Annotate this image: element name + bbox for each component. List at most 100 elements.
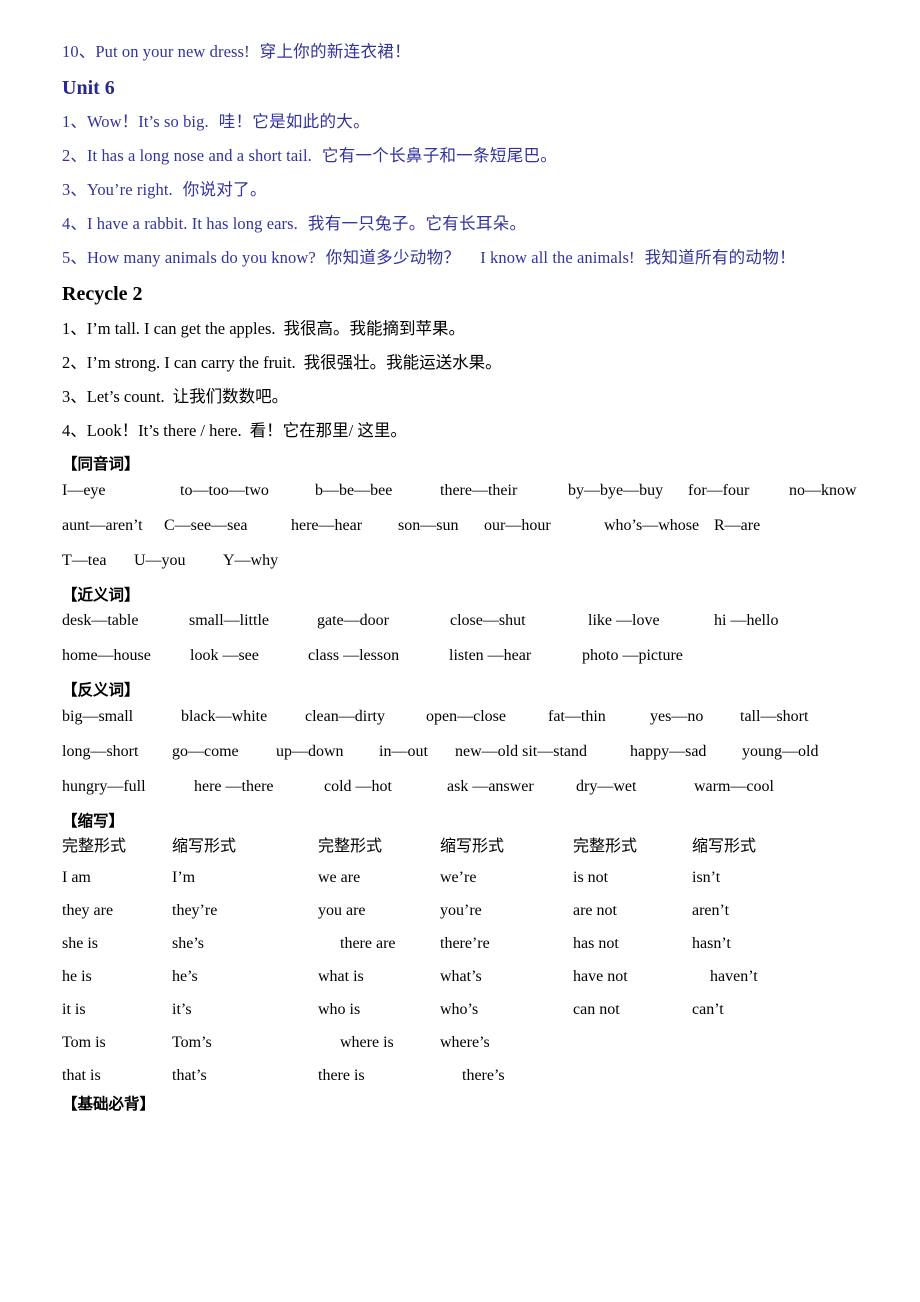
word-pair: happy—sad (630, 742, 707, 760)
line-english: Wow！It’s so big. (86, 112, 209, 131)
word-pair: hungry—full (62, 777, 146, 795)
full-form-cell: can not (573, 1001, 620, 1018)
full-form-cell: what is (318, 968, 364, 985)
short-form-cell: they’re (172, 902, 218, 919)
short-form-cell (692, 1035, 852, 1068)
recycle2-sentence-4: 4、Look！It’s there / here. 看！它在那里/ 这里。 (62, 421, 872, 440)
table-header-row: 完整形式 缩写形式 完整形式 缩写形式 完整形式 缩写形式 (62, 839, 852, 870)
short-form-cell: it’s (172, 1001, 192, 1018)
word-pair: warm—cool (694, 777, 774, 795)
short-form-cell: aren’t (692, 902, 730, 919)
word-pair: here —there (194, 777, 274, 795)
line-english: It has a long nose and a short tail. (86, 146, 312, 165)
line-english: I’m strong. I can carry the fruit. (86, 353, 296, 372)
short-form-cell: hasn’t (692, 935, 731, 952)
word-pair: go—come (172, 742, 239, 760)
contractions-table: 完整形式 缩写形式 完整形式 缩写形式 完整形式 缩写形式 I am I’m w… (62, 839, 852, 1101)
homophones-row-1: I—eye to—too—two b—be—bee there—their by—bye… (62, 481, 872, 499)
word-pair: young—old (742, 742, 819, 760)
line-number: 10、 (62, 42, 96, 61)
line-number: 4、 (62, 421, 87, 440)
line-english: I have a rabbit. It has long ears. (86, 214, 298, 233)
word-pair: no—know (789, 481, 857, 499)
table-row: Tom is Tom’s where is where’s (62, 1035, 852, 1068)
line-chinese: 让我们数数吧。 (172, 387, 289, 406)
word-pair: our—hour (484, 516, 551, 534)
unit6-sentence-5: 5、How many animals do you know? 你知道多少动物？ I… (62, 248, 872, 267)
column-header: 缩写形式 (692, 838, 757, 855)
word-pair: long—short (62, 742, 139, 760)
line-number: 1、 (62, 112, 87, 131)
word-pair: listen —hear (449, 647, 532, 664)
synonyms-row-2: home—house look —see class —lesson listen —… (62, 648, 872, 664)
word-pair: cold —hot (324, 777, 392, 795)
word-pair: look —see (190, 647, 259, 664)
short-form-cell: where’s (440, 1034, 490, 1051)
short-form-cell: can’t (692, 1001, 724, 1018)
full-form-cell: where is (340, 1034, 394, 1051)
short-form-cell: haven’t (710, 968, 758, 985)
word-pair: C—see—sea (164, 516, 248, 534)
line-chinese: 你说对了。 (182, 180, 267, 199)
column-header: 缩写形式 (440, 838, 505, 855)
word-pair: who’s—whose (604, 516, 700, 534)
word-pair: black—white (181, 707, 268, 725)
word-pair: by—bye—buy (568, 481, 664, 499)
line-number: 5、 (62, 248, 87, 267)
line-english: You’re right. (86, 180, 173, 199)
recycle2-sentence-3: 3、Let’s count. 让我们数数吧。 (62, 387, 872, 406)
column-header: 完整形式 (62, 838, 127, 855)
line-chinese-2: 我知道所有的动物！ (644, 248, 796, 267)
full-form-cell: it is (62, 1001, 86, 1018)
word-pair: I—eye (62, 481, 106, 499)
short-form-cell: isn’t (692, 869, 721, 886)
word-pair: aunt—aren’t (62, 516, 143, 534)
line-chinese: 看！它在那里/ 这里。 (249, 421, 407, 440)
full-form-cell: there are (340, 935, 396, 952)
word-pair: Y—why (223, 551, 279, 569)
short-form-cell: who’s (440, 1001, 479, 1018)
full-form-cell: is not (573, 869, 609, 886)
line-english: Look！It’s there / here. (86, 421, 242, 440)
recycle2-sentence-1: 1、I’m tall. I can get the apples. 我很高。我能摘… (62, 319, 872, 338)
word-pair: in—out (379, 742, 428, 760)
document-content: 10、Put on your new dress! 穿上你的新连衣裙！ Unit … (62, 42, 872, 1123)
word-pair: here—hear (291, 516, 363, 534)
homophones-row-2: aunt—aren’t C—see—sea here—hear son—sun our—… (62, 516, 872, 534)
full-form-cell: we are (318, 869, 361, 886)
short-form-cell: he’s (172, 968, 198, 985)
table-row: she is she’s there are there’re has not … (62, 936, 852, 969)
full-form-cell: has not (573, 935, 619, 952)
antonyms-label: 【反义词】 (62, 682, 140, 699)
line-chinese: 我很强壮。我能运送水果。 (303, 353, 502, 372)
word-pair: open—close (426, 707, 506, 725)
full-form-cell: he is (62, 968, 92, 985)
column-header: 缩写形式 (172, 838, 237, 855)
word-pair: dry—wet (576, 777, 637, 795)
word-pair: R—are (714, 516, 761, 534)
recycle2-heading: Recycle 2 (62, 283, 143, 305)
line-english-2: I know all the animals! (480, 248, 635, 267)
word-pair: small—little (189, 612, 269, 629)
line-english: How many animals do you know? (86, 248, 316, 267)
word-pair: for—four (688, 481, 750, 499)
word-pair: class —lesson (308, 647, 400, 664)
line-english: I’m tall. I can get the apples. (86, 319, 276, 338)
homophones-row-3: T—tea U—you Y—why (62, 551, 872, 569)
line-chinese: 你知道多少动物？ (325, 248, 461, 267)
line-number: 2、 (62, 353, 87, 372)
short-form-cell: you’re (440, 902, 482, 919)
line-number: 3、 (62, 180, 87, 199)
word-pair: close—shut (450, 612, 526, 629)
document-page: 10、Put on your new dress! 穿上你的新连衣裙！ Unit … (0, 0, 920, 1302)
table-row: it is it’s who is who’s can not can’t (62, 1002, 852, 1035)
full-form-cell: she is (62, 935, 98, 952)
word-pair: clean—dirty (305, 707, 385, 725)
line-number: 1、 (62, 319, 87, 338)
word-pair: there—their (440, 481, 518, 499)
word-pair: to—too—two (180, 481, 269, 499)
word-pair: T—tea (62, 551, 107, 569)
line-english: Put on your new dress! (95, 42, 250, 61)
column-header: 完整形式 (573, 838, 638, 855)
line-chinese: 我很高。我能摘到苹果。 (283, 319, 466, 338)
